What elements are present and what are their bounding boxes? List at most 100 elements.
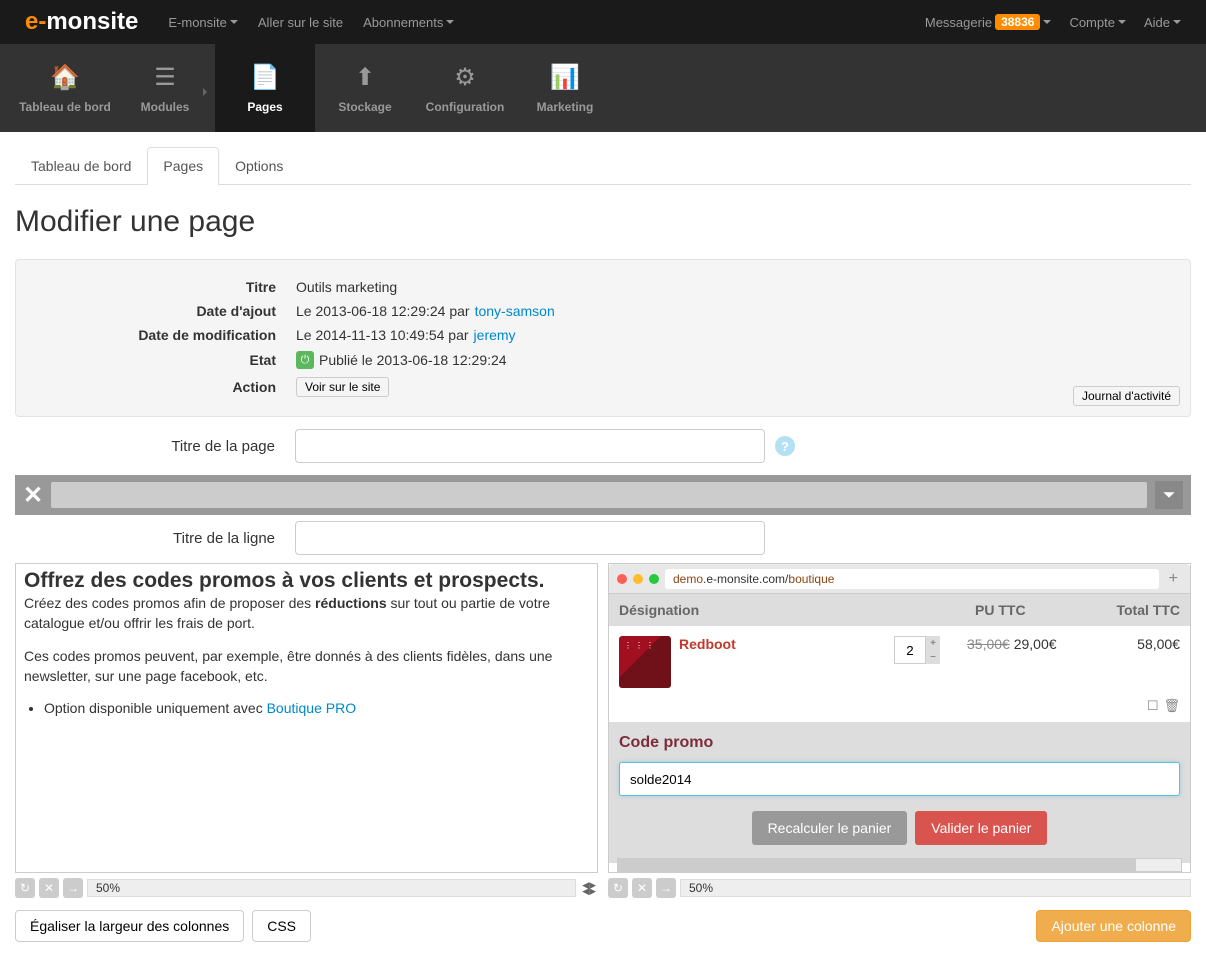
content: Tableau de bord Pages Options Modifier u… bbox=[0, 132, 1206, 957]
label-modif: Date de modification bbox=[36, 327, 296, 343]
author-link[interactable]: tony-samson bbox=[475, 303, 555, 319]
cart-row: Redboot +− 35,00€ 29,00€ 58,00€ bbox=[609, 626, 1190, 698]
boutique-link[interactable]: Boutique PRO bbox=[267, 700, 357, 716]
nav-marketing[interactable]: 📊 Marketing bbox=[515, 44, 615, 132]
caret-icon bbox=[1043, 20, 1051, 24]
cart-header: Désignation PU TTC Total TTC bbox=[609, 594, 1190, 626]
content-p1: Créez des codes promos afin de proposer … bbox=[24, 594, 589, 633]
caret-icon bbox=[1118, 20, 1126, 24]
resize-handle[interactable]: ◀▶◀▶ bbox=[582, 882, 596, 894]
titre-ligne-input[interactable] bbox=[295, 521, 765, 555]
col-width-slider[interactable]: 50% bbox=[87, 879, 576, 897]
titre-page-label: Titre de la page bbox=[15, 438, 295, 455]
header-total: Total TTC bbox=[1105, 602, 1180, 618]
move-icon[interactable]: → bbox=[63, 878, 83, 898]
sub-tabs: Tableau de bord Pages Options bbox=[15, 147, 1191, 185]
voir-site-button[interactable]: Voir sur le site bbox=[296, 377, 389, 397]
nav-emonsite[interactable]: E-monsite bbox=[168, 15, 238, 30]
chart-icon: 📊 bbox=[550, 63, 580, 92]
trash-icon[interactable]: 🗑 bbox=[1163, 698, 1180, 714]
horizontal-scrollbar[interactable] bbox=[617, 858, 1182, 872]
egaliser-button[interactable]: Égaliser la largeur des colonnes bbox=[15, 910, 244, 942]
close-icon[interactable]: ✕ bbox=[23, 481, 43, 510]
value-modif: Le 2014-11-13 10:49:54 par jeremy bbox=[296, 327, 516, 343]
value-ajout: Le 2013-06-18 12:29:24 par tony-samson bbox=[296, 303, 555, 319]
titre-ligne-label: Titre de la ligne bbox=[15, 530, 295, 547]
url-bar: demo.e-monsite.com/boutique bbox=[665, 569, 1159, 589]
editor-col-left[interactable]: Offrez des codes promos à vos clients et… bbox=[15, 563, 598, 873]
traffic-min-icon bbox=[633, 574, 643, 584]
caret-icon bbox=[1173, 20, 1181, 24]
css-button[interactable]: CSS bbox=[252, 910, 311, 942]
new-tab-icon: + bbox=[1165, 570, 1182, 588]
navbar-main: 🏠 Tableau de bord ☰ Modules 📄 Pages ⬆ St… bbox=[0, 44, 1206, 132]
author-link[interactable]: jeremy bbox=[474, 327, 516, 343]
nav-aide[interactable]: Aide bbox=[1144, 15, 1181, 30]
traffic-close-icon bbox=[617, 574, 627, 584]
nav-aller[interactable]: Aller sur le site bbox=[258, 15, 343, 30]
value-etat: ⏻Publié le 2013-06-18 12:29:24 bbox=[296, 351, 507, 369]
collapse-button[interactable] bbox=[1155, 481, 1183, 509]
qty-cell: +− bbox=[894, 636, 949, 664]
list-icon: ☰ bbox=[154, 63, 176, 92]
browser-chrome: demo.e-monsite.com/boutique + bbox=[609, 564, 1190, 594]
nav-config[interactable]: ⚙ Configuration bbox=[415, 44, 515, 132]
topnav-right: Messagerie 38836 Compte Aide bbox=[925, 14, 1181, 30]
qty-plus-button[interactable]: + bbox=[926, 636, 940, 650]
delete-icon[interactable]: ✕ bbox=[39, 878, 59, 898]
promo-input[interactable] bbox=[619, 762, 1180, 796]
nav-tableau[interactable]: 🏠 Tableau de bord bbox=[15, 44, 115, 132]
topnav-left: E-monsite Aller sur le site Abonnements bbox=[168, 15, 454, 30]
row-header: ✕ bbox=[15, 475, 1191, 515]
content-p2: Ces codes promos peuvent, par exemple, ê… bbox=[24, 647, 589, 686]
delete-icon[interactable]: ✕ bbox=[632, 878, 652, 898]
tab-options[interactable]: Options bbox=[219, 147, 299, 184]
promo-section: Code promo Recalculer le panier Valider … bbox=[609, 722, 1190, 863]
gear-icon: ⚙ bbox=[454, 63, 476, 92]
checkbox-icon[interactable]: ☐ bbox=[1147, 698, 1159, 714]
tab-tableau[interactable]: Tableau de bord bbox=[15, 147, 147, 184]
journal-button[interactable]: Journal d'activité bbox=[1073, 386, 1180, 406]
col-width-slider[interactable]: 50% bbox=[680, 879, 1191, 897]
logo-prefix: e- bbox=[25, 8, 46, 36]
nav-stockage[interactable]: ⬆ Stockage bbox=[315, 44, 415, 132]
caret-icon bbox=[446, 20, 454, 24]
move-icon[interactable]: → bbox=[656, 878, 676, 898]
row-track[interactable] bbox=[51, 482, 1147, 508]
nav-pages[interactable]: 📄 Pages bbox=[215, 44, 315, 132]
header-pu: PU TTC bbox=[975, 602, 1105, 618]
tab-pages[interactable]: Pages bbox=[147, 147, 219, 185]
logo-main: monsite bbox=[46, 8, 138, 36]
product-image bbox=[619, 636, 671, 688]
help-icon[interactable]: ? bbox=[775, 436, 795, 456]
home-icon: 🏠 bbox=[50, 63, 80, 92]
titre-page-input[interactable] bbox=[295, 429, 765, 463]
nav-compte[interactable]: Compte bbox=[1069, 15, 1126, 30]
value-titre: Outils marketing bbox=[296, 279, 397, 295]
col-footer-left: ↻ ✕ → 50% ◀▶◀▶ bbox=[15, 878, 598, 898]
label-etat: Etat bbox=[36, 352, 296, 368]
valider-button[interactable]: Valider le panier bbox=[915, 811, 1047, 845]
ajouter-colonne-button[interactable]: Ajouter une colonne bbox=[1036, 910, 1191, 942]
col-footer-right: ↻ ✕ → 50% bbox=[608, 878, 1191, 898]
recalc-button[interactable]: Recalculer le panier bbox=[752, 811, 908, 845]
refresh-icon[interactable]: ↻ bbox=[608, 878, 628, 898]
qty-input[interactable] bbox=[894, 636, 926, 664]
header-designation: Désignation bbox=[619, 602, 975, 618]
logo[interactable]: e-monsite bbox=[25, 8, 138, 36]
nav-messagerie[interactable]: Messagerie 38836 bbox=[925, 14, 1052, 30]
label-titre: Titre bbox=[36, 279, 296, 295]
nav-modules[interactable]: ☰ Modules bbox=[115, 44, 215, 132]
nav-abonnements[interactable]: Abonnements bbox=[363, 15, 454, 30]
page-icon: 📄 bbox=[250, 63, 280, 92]
qty-minus-button[interactable]: − bbox=[926, 650, 940, 664]
row-actions: ☐🗑 bbox=[609, 698, 1190, 722]
messagerie-badge: 38836 bbox=[995, 14, 1040, 30]
editor-col-right[interactable]: demo.e-monsite.com/boutique + Désignatio… bbox=[608, 563, 1191, 873]
page-title: Modifier une page bbox=[15, 185, 1191, 259]
navbar-top: e-monsite E-monsite Aller sur le site Ab… bbox=[0, 0, 1206, 44]
refresh-icon[interactable]: ↻ bbox=[15, 878, 35, 898]
form-titre-page: Titre de la page ? bbox=[15, 417, 1191, 475]
traffic-max-icon bbox=[649, 574, 659, 584]
label-ajout: Date d'ajout bbox=[36, 303, 296, 319]
